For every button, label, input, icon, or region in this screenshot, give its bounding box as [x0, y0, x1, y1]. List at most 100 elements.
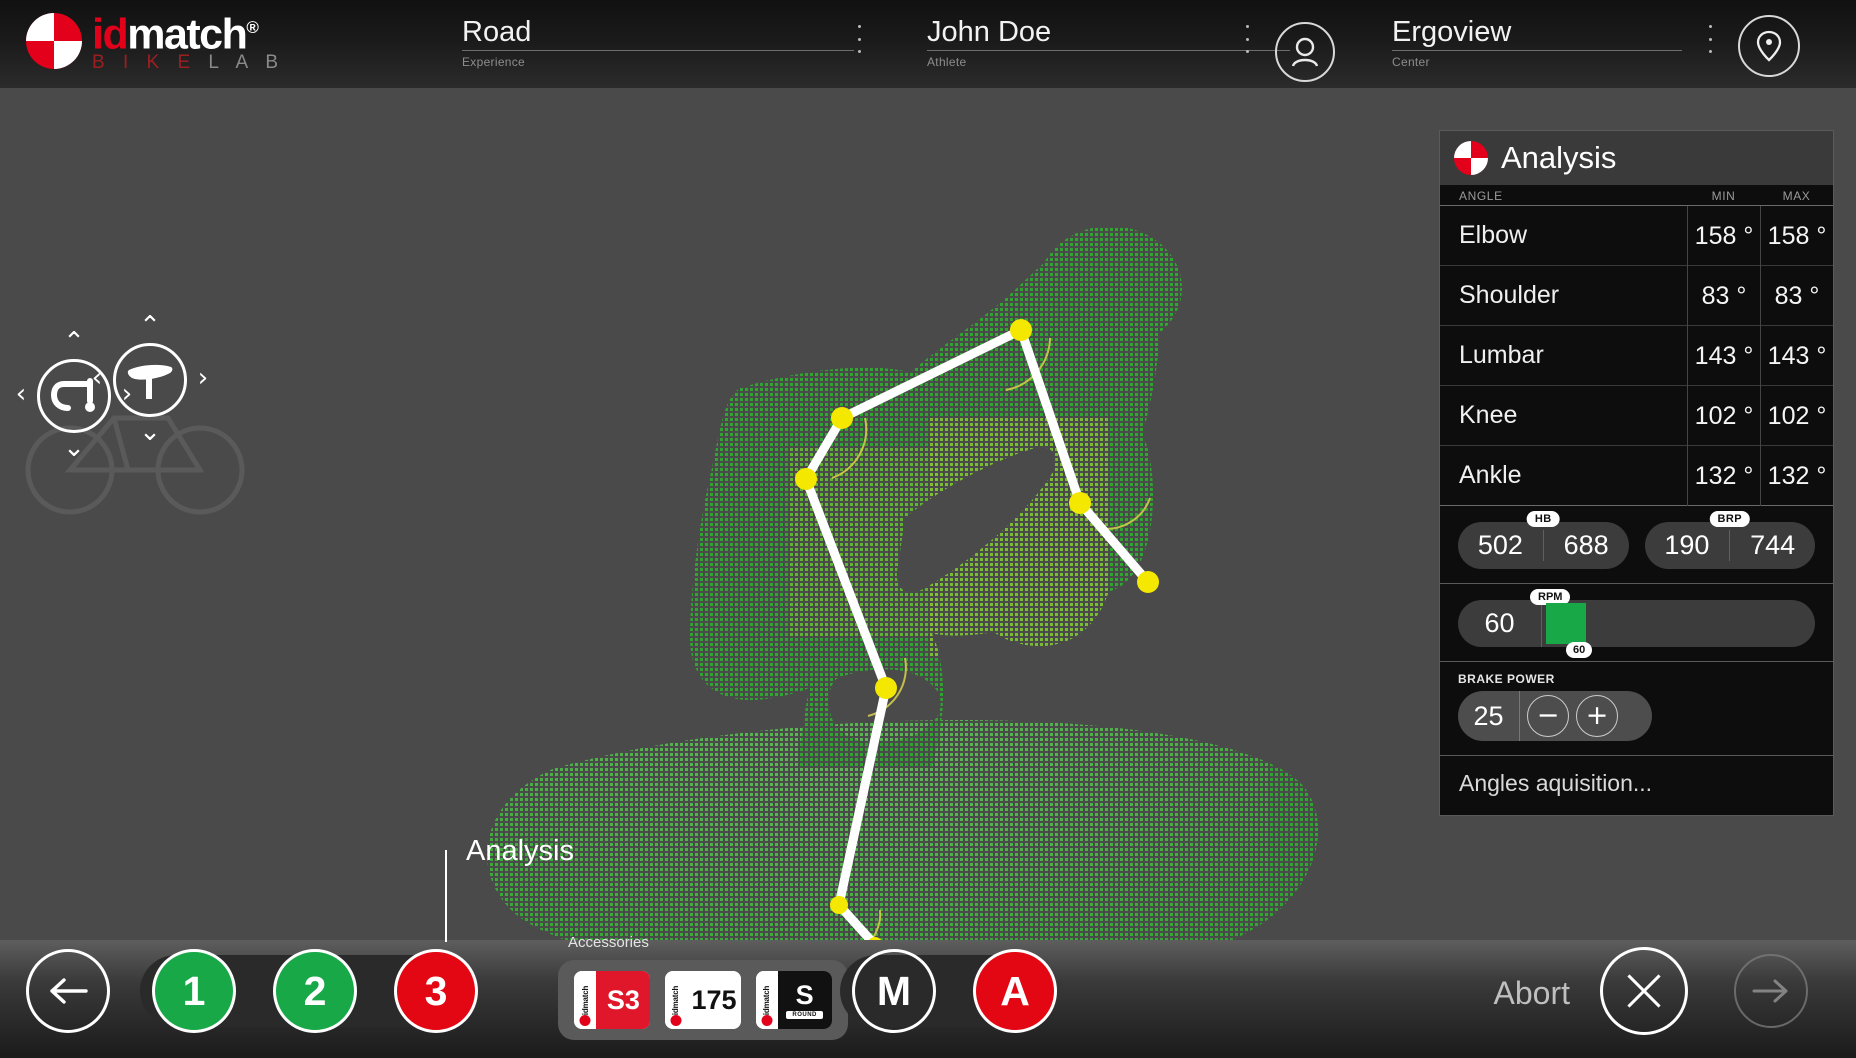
step-button-2[interactable]: 2 — [273, 949, 357, 1033]
athlete-underline — [927, 50, 1290, 51]
idmatch-roundel-logo — [761, 1015, 773, 1026]
rpm-slider[interactable]: RPM 60 60 — [1458, 589, 1815, 658]
angle-name: Lumbar — [1459, 341, 1544, 369]
table-row[interactable]: Elbow 158 ° 158 ° — [1440, 205, 1833, 266]
angle-name: Elbow — [1459, 221, 1528, 249]
hb-left-value: 502 — [1477, 530, 1523, 560]
angle-min: 102 ° — [1687, 385, 1760, 446]
step-button-3[interactable]: 3 — [394, 949, 478, 1033]
angle-max: 158 ° — [1760, 205, 1833, 266]
analysis-panel-header: Analysis — [1440, 131, 1833, 185]
bottom-toolbar: Analysis 1 2 3 Accessories idmatch S3 id… — [0, 835, 1856, 1058]
brp-right-value: 744 — [1729, 530, 1815, 561]
accessory-value: 175 — [691, 985, 737, 1015]
angle-max: 102 ° — [1760, 385, 1833, 446]
experience-label: Experience — [462, 55, 526, 69]
accessory-spine-label: idmatch — [762, 985, 772, 1015]
accessories-group: Accessories idmatch S3 idmatch 175 idmat… — [558, 934, 848, 1040]
accessory-card-crank[interactable]: idmatch 175 — [664, 971, 741, 1029]
close-x-icon[interactable] — [1600, 947, 1688, 1035]
accessories-label: Accessories — [568, 934, 649, 951]
accessory-body: S3 — [596, 971, 651, 1029]
brand-lab: L A B — [208, 52, 285, 74]
idmatch-roundel-logo — [1454, 141, 1488, 175]
athlete-label: Athlete — [927, 55, 967, 69]
angle-min: 158 ° — [1687, 205, 1760, 266]
idmatch-roundel-logo — [670, 1015, 682, 1026]
saddle-down-arrow[interactable]: ⌄ — [139, 419, 161, 445]
experience-value[interactable]: Road — [462, 16, 854, 48]
minus-icon[interactable]: − — [1527, 695, 1569, 737]
app-header: idmatch® B I K E L A B Road Experience J… — [0, 0, 1856, 88]
location-pin-icon[interactable] — [1738, 15, 1800, 77]
center-label: Center — [1392, 55, 1430, 69]
handlebar-left-arrow[interactable]: ‹ — [10, 381, 32, 407]
rpm-thumb-value[interactable]: 60 — [1566, 642, 1593, 658]
accessory-subvalue: ROUND — [786, 1011, 823, 1019]
angle-min: 83 ° — [1687, 265, 1760, 326]
brand-match: match — [127, 10, 248, 59]
table-row[interactable]: Lumbar 143 ° 143 ° — [1440, 325, 1833, 386]
hb-tag: HB — [1526, 511, 1560, 527]
angle-max: 83 ° — [1760, 265, 1833, 326]
angle-max: 143 ° — [1760, 325, 1833, 386]
rpm-section: RPM 60 60 — [1440, 584, 1833, 662]
app-root: ⌃ ⌄ ‹ › ⌃ ⌄ ‹ › idmatch® B I K E L A B R… — [0, 0, 1856, 1058]
brp-metric[interactable]: BRP 190 744 — [1644, 511, 1815, 569]
rpm-value: 60 — [1458, 600, 1542, 647]
accessory-card-saddle[interactable]: idmatch S3 — [574, 971, 651, 1029]
brand-registered-mark: ® — [246, 18, 259, 37]
athlete-field[interactable]: John Doe Athlete — [927, 16, 1290, 72]
experience-menu-icon[interactable] — [851, 22, 867, 56]
brand-logo: idmatch® B I K E L A B — [26, 8, 285, 74]
accessory-body: S ROUND — [777, 971, 832, 1029]
center-field[interactable]: Ergoview Center — [1392, 16, 1682, 72]
brake-power-stepper[interactable]: 25 − + — [1458, 691, 1652, 741]
idmatch-roundel-logo — [26, 13, 82, 70]
handlebar-down-arrow[interactable]: ⌄ — [63, 435, 85, 461]
col-angle-label: ANGLE — [1459, 189, 1503, 203]
step-button-1[interactable]: 1 — [152, 949, 236, 1033]
table-row[interactable]: Shoulder 83 ° 83 ° — [1440, 265, 1833, 326]
experience-field[interactable]: Road Experience — [462, 16, 854, 72]
center-value[interactable]: Ergoview — [1392, 16, 1682, 48]
brp-tag: BRP — [1709, 511, 1750, 527]
angle-min: 143 ° — [1687, 325, 1760, 386]
angle-min: 132 ° — [1687, 445, 1760, 506]
athlete-menu-icon[interactable] — [1239, 22, 1255, 56]
center-menu-icon[interactable] — [1702, 22, 1718, 56]
rpm-track[interactable] — [1542, 600, 1815, 647]
saddle-right-arrow[interactable]: › — [192, 365, 214, 391]
table-row[interactable]: Knee 102 ° 102 ° — [1440, 385, 1833, 446]
accessory-body: 175 — [686, 971, 741, 1029]
accessory-spine-label: idmatch — [580, 985, 590, 1015]
saddle-left-arrow[interactable]: ‹ — [86, 365, 108, 391]
handlebar-up-arrow[interactable]: ⌃ — [63, 329, 85, 355]
accessory-spine: idmatch — [755, 971, 778, 1029]
mode-button-auto[interactable]: A — [973, 949, 1057, 1033]
abort-label: Abort — [1493, 975, 1570, 1011]
arrow-right-icon[interactable] — [1734, 954, 1808, 1028]
hb-metric[interactable]: HB 502 688 — [1458, 511, 1629, 569]
angle-name: Knee — [1459, 401, 1518, 429]
saddle-adjust-control[interactable]: ⌃ ⌄ ‹ › — [90, 313, 210, 445]
col-min-label: MIN — [1711, 189, 1736, 203]
section-title: Analysis — [466, 835, 574, 867]
accessory-value: S3 — [606, 985, 640, 1015]
mode-button-manual[interactable]: M — [852, 949, 936, 1033]
center-underline — [1392, 50, 1682, 51]
angle-name: Shoulder — [1459, 281, 1560, 309]
angle-max: 132 ° — [1760, 445, 1833, 506]
accessories-tray: idmatch S3 idmatch 175 idmatch S ROUND — [558, 960, 848, 1040]
saddle-icon[interactable] — [113, 343, 187, 417]
plus-icon[interactable]: + — [1576, 695, 1618, 737]
saddle-up-arrow[interactable]: ⌃ — [139, 313, 161, 339]
arrow-left-icon[interactable] — [26, 949, 110, 1033]
accessory-spine-label: idmatch — [671, 985, 681, 1015]
accessory-card-handlebar[interactable]: idmatch S ROUND — [755, 971, 832, 1029]
metrics-row: HB 502 688 BRP 190 744 — [1440, 506, 1833, 584]
hb-right-value: 688 — [1542, 530, 1629, 561]
person-avatar-icon[interactable] — [1275, 22, 1335, 82]
athlete-value[interactable]: John Doe — [927, 16, 1290, 48]
table-row[interactable]: Ankle 132 ° 132 ° — [1440, 445, 1833, 506]
